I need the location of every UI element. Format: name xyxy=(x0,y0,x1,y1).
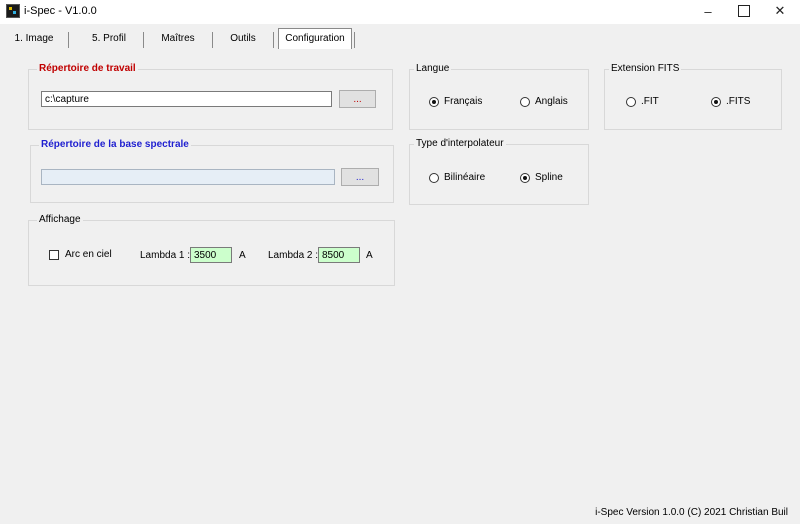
tab-separator xyxy=(354,32,355,48)
language-french-label: Français xyxy=(444,96,483,107)
lambda1-unit: A xyxy=(239,250,246,261)
interpolator-bilinear-label: Bilinéaire xyxy=(444,172,486,183)
minimize-button[interactable]: – xyxy=(690,0,726,22)
tab-image[interactable]: 1. Image xyxy=(8,30,60,48)
radio-unselected-icon[interactable] xyxy=(626,96,636,107)
lambda1-label: Lambda 1 : xyxy=(140,250,191,261)
interpolator-spline-radio[interactable]: Spline xyxy=(520,172,563,183)
radio-selected-icon[interactable] xyxy=(429,96,439,107)
interpolator-bilinear-radio[interactable]: Bilinéaire xyxy=(429,172,485,183)
tab-separator xyxy=(143,32,144,48)
spectral-db-legend: Répertoire de la base spectrale xyxy=(39,139,191,150)
fits-extension-legend: Extension FITS xyxy=(609,63,682,74)
maximize-button[interactable] xyxy=(726,0,762,22)
radio-selected-icon[interactable] xyxy=(711,96,721,107)
workdir-group: Répertoire de travail c:\capture ... xyxy=(28,63,393,130)
radio-selected-icon[interactable] xyxy=(520,172,530,183)
version-footer: i-Spec Version 1.0.0 (C) 2021 Christian … xyxy=(595,507,788,518)
close-button[interactable]: ✕ xyxy=(762,0,798,22)
fits-ext-fits-radio[interactable]: .FITS xyxy=(711,96,750,107)
interpolator-spline-label: Spline xyxy=(535,172,563,183)
fits-ext-fit-label: .FIT xyxy=(641,96,659,107)
rainbow-checkbox-box[interactable] xyxy=(49,249,59,260)
radio-unselected-icon[interactable] xyxy=(520,96,530,107)
lambda2-unit: A xyxy=(366,250,373,261)
workdir-legend: Répertoire de travail xyxy=(37,63,138,74)
fits-extension-group: Extension FITS .FIT .FITS xyxy=(604,63,782,130)
fits-ext-fits-label: .FITS xyxy=(726,96,751,107)
language-french-radio[interactable]: Français xyxy=(429,96,482,107)
display-group: Affichage Arc en ciel Lambda 1 : 3500 A … xyxy=(28,214,395,286)
language-english-radio[interactable]: Anglais xyxy=(520,96,568,107)
maximize-icon xyxy=(738,5,750,17)
lambda2-label: Lambda 2 : xyxy=(268,250,319,261)
tab-profil[interactable]: 5. Profil xyxy=(82,30,136,48)
title-bar: i-Spec - V1.0.0 – ✕ xyxy=(0,0,800,24)
rainbow-checkbox[interactable]: Arc en ciel xyxy=(49,249,112,260)
fits-ext-fit-radio[interactable]: .FIT xyxy=(626,96,659,107)
spectral-db-browse-button[interactable]: ... xyxy=(341,168,379,186)
interpolator-group: Type d'interpolateur Bilinéaire Spline xyxy=(409,138,589,205)
window-title: i-Spec - V1.0.0 xyxy=(24,5,97,17)
lambda2-input[interactable]: 8500 xyxy=(318,247,360,263)
radio-unselected-icon[interactable] xyxy=(429,172,439,183)
language-legend: Langue xyxy=(414,63,452,74)
interpolator-legend: Type d'interpolateur xyxy=(414,138,506,149)
workdir-input[interactable]: c:\capture xyxy=(41,91,332,107)
spectral-db-group: Répertoire de la base spectrale ... xyxy=(30,139,394,203)
rainbow-label: Arc en ciel xyxy=(65,249,112,260)
tab-separator xyxy=(212,32,213,48)
spectral-db-input[interactable] xyxy=(41,169,335,185)
lambda1-input[interactable]: 3500 xyxy=(190,247,232,263)
language-english-label: Anglais xyxy=(535,96,568,107)
display-legend: Affichage xyxy=(37,214,83,225)
tab-outils[interactable]: Outils xyxy=(224,30,262,48)
tab-separator xyxy=(273,32,274,48)
tab-configuration[interactable]: Configuration xyxy=(278,28,352,49)
workdir-browse-button[interactable]: ... xyxy=(339,90,376,108)
language-group: Langue Français Anglais xyxy=(409,63,589,130)
app-icon xyxy=(6,4,20,18)
tab-maitres[interactable]: Maîtres xyxy=(154,30,202,48)
tab-separator xyxy=(68,32,69,48)
